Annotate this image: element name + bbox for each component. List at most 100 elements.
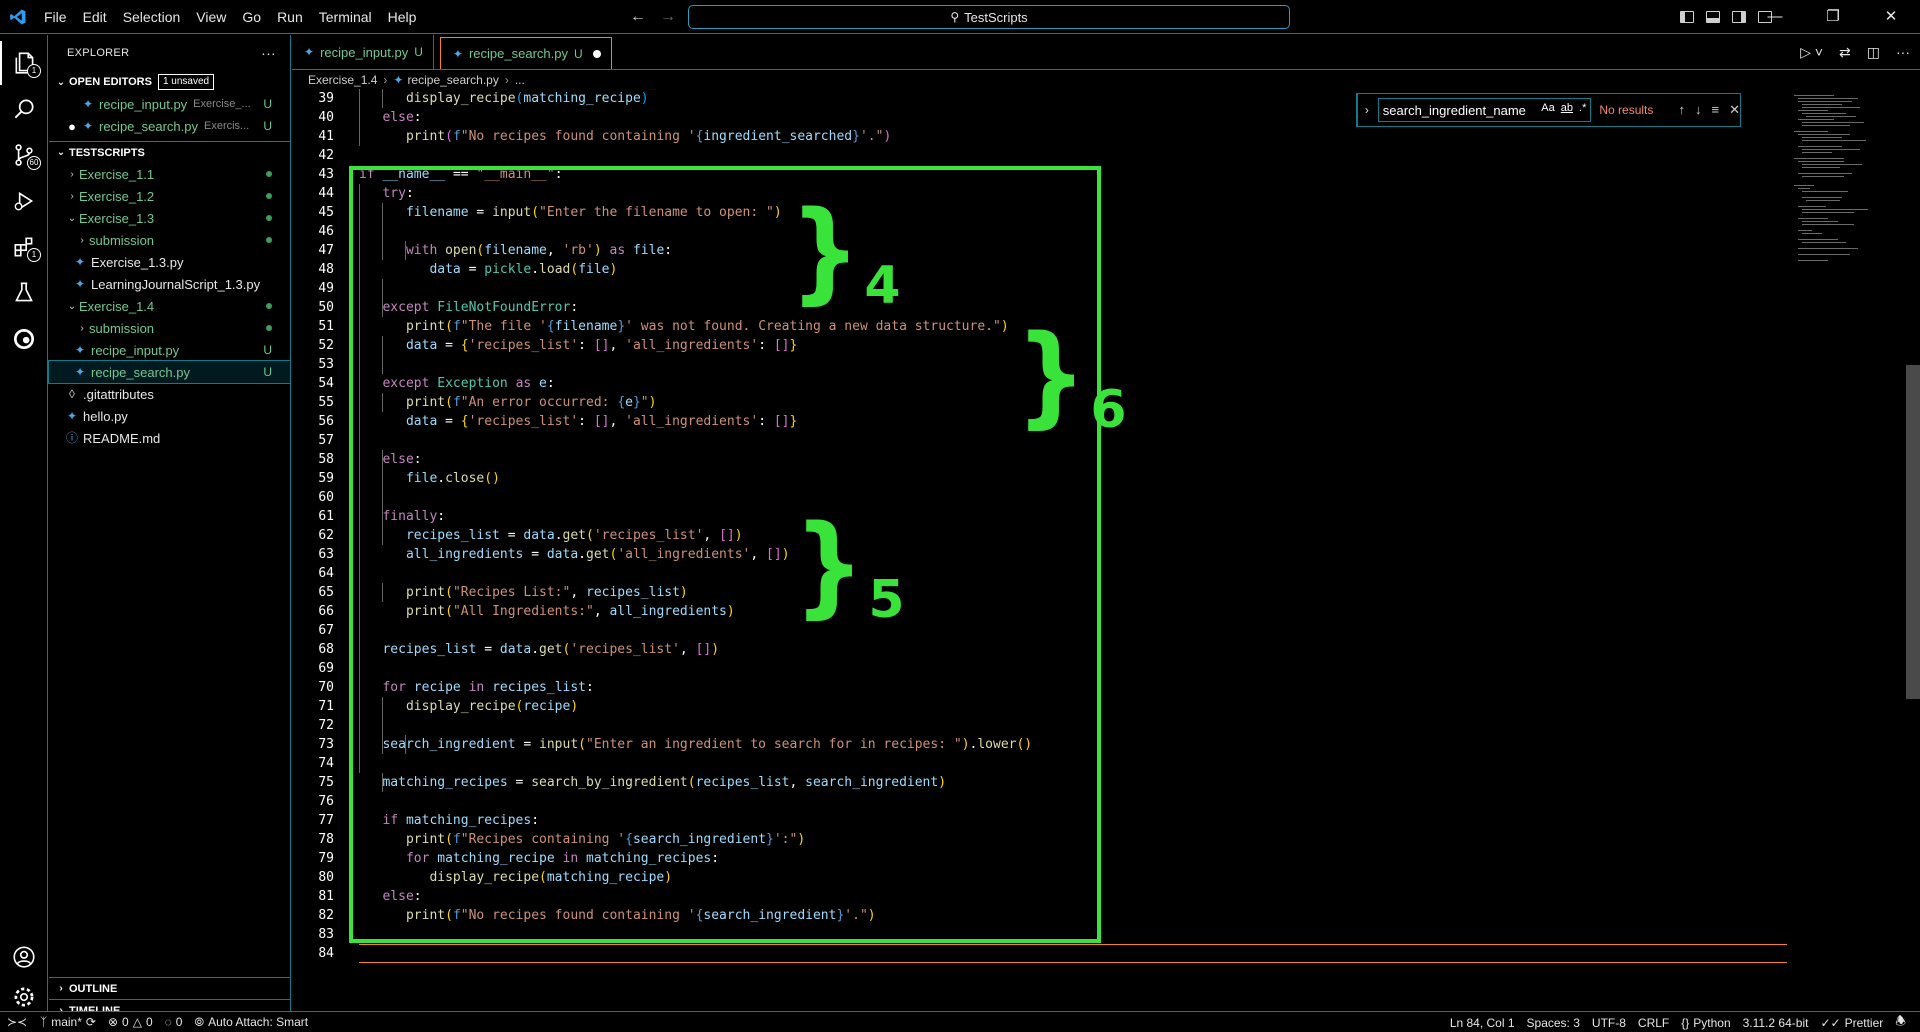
more-actions-icon[interactable]: ··· (1896, 44, 1910, 60)
open-editor-item[interactable]: ✦ recipe_input.py Exercise_... U (49, 93, 290, 115)
accounts-activity[interactable] (0, 935, 48, 979)
annotation-number: 4 (864, 255, 901, 316)
file-name: README.md (83, 430, 161, 446)
auto-attach-indicator[interactable]: ⦾ Auto Attach: Smart (188, 1015, 314, 1030)
toggle-primary-sidebar-icon[interactable] (1680, 11, 1694, 23)
nav-arrows: ← → (630, 0, 676, 34)
find-in-selection-icon[interactable]: ≡ (1712, 102, 1720, 118)
folder-item[interactable]: ⌄ Exercise_1.3 (49, 207, 290, 229)
untracked-status: U (263, 97, 272, 111)
file-item[interactable]: ◊ .gitattributes (49, 383, 290, 405)
chevron-down-icon: ⌄ (56, 147, 66, 158)
compare-changes-icon[interactable]: ⇄ (1839, 44, 1851, 61)
next-match-icon[interactable]: ↓ (1695, 102, 1702, 118)
toggle-secondary-sidebar-icon[interactable] (1732, 11, 1746, 23)
open-editor-item[interactable]: ● ✦ recipe_search.py Exercis... U (49, 115, 290, 137)
minimize-icon[interactable]: — (1746, 0, 1804, 34)
command-center-search[interactable]: ⚲ TestScripts (688, 5, 1290, 29)
folder-item[interactable]: › submission (49, 229, 290, 251)
menu-help[interactable]: Help (380, 0, 425, 34)
match-case-toggle[interactable]: Aa (1541, 102, 1554, 114)
breadcrumb-file[interactable]: recipe_search.py (407, 73, 498, 87)
restore-icon[interactable]: ❐ (1804, 0, 1862, 34)
previous-match-icon[interactable]: ↑ (1679, 102, 1686, 118)
chevron-right-icon: › (80, 322, 84, 334)
ports-indicator[interactable]: ◌ 0 (159, 1015, 189, 1029)
regex-toggle[interactable]: .* (1579, 102, 1586, 114)
menu-run[interactable]: Run (269, 0, 311, 34)
vertical-scrollbar[interactable] (1906, 365, 1920, 699)
workspace-section[interactable]: ⌄ TESTSCRIPTS (49, 141, 290, 163)
run-file-icon[interactable]: ▷ ˅ (1800, 44, 1823, 61)
more-actions-icon[interactable]: ··· (261, 45, 276, 61)
notifications-icon[interactable]: 🕭 (1889, 1012, 1912, 1032)
forward-arrow-icon[interactable]: → (660, 8, 676, 26)
problems-indicator[interactable]: ⊗ 0 △ 0 (102, 1015, 159, 1029)
modified-dot (266, 237, 272, 243)
cursor-position[interactable]: Ln 84, Col 1 (1444, 1016, 1521, 1030)
whole-word-toggle[interactable]: ab (1561, 102, 1573, 114)
file-item[interactable]: ✦ hello.py (49, 405, 290, 427)
testing-activity[interactable] (0, 271, 48, 315)
file-item-selected[interactable]: ✦ recipe_search.py U (48, 360, 291, 384)
end-of-line[interactable]: CRLF (1632, 1016, 1675, 1030)
branch-indicator[interactable]: ᛉ main* ⟳ (34, 1015, 102, 1029)
toggle-panel-icon[interactable] (1706, 11, 1720, 23)
folder-item[interactable]: › Exercise_1.2 (49, 185, 290, 207)
menu-edit[interactable]: Edit (75, 0, 115, 34)
file-item[interactable]: ✦ recipe_input.py U (49, 339, 290, 361)
tab-recipe-search[interactable]: ✦ recipe_search.py U (439, 37, 612, 69)
close-icon[interactable]: ✕ (1729, 102, 1740, 118)
folder-item[interactable]: › submission (49, 317, 290, 339)
activity-bar: 1 60 1 (0, 35, 48, 1011)
modified-dot (266, 193, 272, 199)
file-item[interactable]: ✦ Exercise_1.3.py (49, 251, 290, 273)
python-interpreter[interactable]: 3.11.2 64-bit (1737, 1016, 1815, 1030)
folder-item[interactable]: › Exercise_1.1 (49, 163, 290, 185)
breadcrumb-more[interactable]: ... (515, 73, 525, 87)
debug-icon: ⦾ (194, 1014, 205, 1029)
toggle-replace-chevron-icon[interactable]: › (1358, 103, 1376, 117)
edge-activity[interactable] (0, 317, 48, 361)
file-item[interactable]: ⓘ README.md (49, 427, 290, 449)
encoding[interactable]: UTF-8 (1586, 1016, 1632, 1030)
menu-terminal[interactable]: Terminal (311, 0, 380, 34)
chevron-right-icon: › (70, 190, 74, 202)
editor-actions: ▷ ˅ ⇄ ◫ ··· (1800, 35, 1910, 69)
outline-section[interactable]: › OUTLINE (49, 977, 291, 999)
language-mode[interactable]: {} Python (1675, 1016, 1736, 1030)
unsaved-dot-icon[interactable] (592, 49, 601, 58)
vscode-logo-icon (0, 0, 36, 34)
search-activity[interactable] (0, 87, 48, 131)
folder-item[interactable]: ⌄ Exercise_1.4 (49, 295, 290, 317)
minimap[interactable] (1790, 89, 1910, 269)
branch-name: main* (51, 1015, 82, 1029)
sync-icon[interactable]: ⟳ (86, 1015, 96, 1029)
explorer-activity[interactable]: 1 (0, 41, 48, 85)
file-item[interactable]: ✦ LearningJournalScript_1.3.py (49, 273, 290, 295)
git-branch-icon: ᛉ (40, 1015, 48, 1029)
run-debug-activity[interactable] (0, 179, 48, 223)
back-arrow-icon[interactable]: ← (630, 8, 646, 26)
source-control-activity[interactable]: 60 (0, 133, 48, 177)
title-bar: File Edit Selection View Go Run Terminal… (0, 0, 1920, 34)
breadcrumb: Exercise_1.4 › ✦ recipe_search.py › ... (292, 71, 525, 89)
menu-file[interactable]: File (36, 0, 75, 34)
remote-indicator[interactable]: ≻≺ (0, 1012, 34, 1032)
indentation[interactable]: Spaces: 3 (1521, 1016, 1586, 1030)
python-file-icon: ✦ (304, 45, 315, 59)
tab-recipe-input[interactable]: ✦ recipe_input.py U (292, 35, 434, 69)
extensions-activity[interactable]: 1 (0, 225, 48, 269)
modified-dot (266, 303, 272, 309)
prettier-indicator[interactable]: ✓✓ Prettier (1814, 1016, 1889, 1030)
menu-view[interactable]: View (188, 0, 234, 34)
open-editors-section[interactable]: ⌄ OPEN EDITORS 1 unsaved (49, 71, 290, 93)
breadcrumb-folder[interactable]: Exercise_1.4 (308, 73, 377, 87)
folder-name: Exercise_1.2 (79, 188, 155, 204)
menu-selection[interactable]: Selection (115, 0, 189, 34)
close-window-icon[interactable]: ✕ (1862, 0, 1920, 34)
chevron-down-icon: ⌄ (67, 300, 77, 312)
find-input[interactable]: search_ingredient_name Aa ab .* (1377, 98, 1592, 122)
menu-go[interactable]: Go (234, 0, 269, 34)
split-editor-icon[interactable]: ◫ (1867, 44, 1880, 61)
